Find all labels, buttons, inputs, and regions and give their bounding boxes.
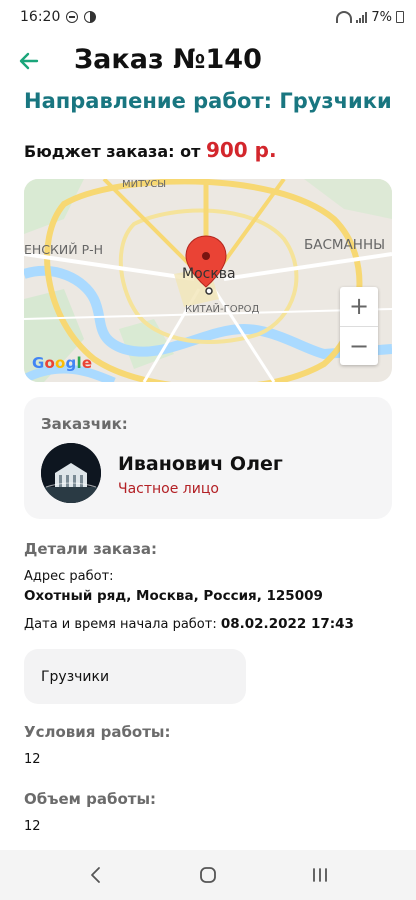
datetime-value: 08.02.2022 17:43 [220, 616, 354, 632]
map-label-basmanny: БАСМАННЫ [304, 237, 386, 253]
map-label-kitay-gorod: КИТАЙ-ГОРОД [185, 304, 260, 315]
do-not-disturb-icon [66, 11, 79, 23]
address-value: Охотный ряд, Москва, Россия, 125009 [24, 588, 323, 604]
nav-home-button[interactable] [188, 855, 228, 895]
details-title: Детали заказа: [24, 540, 158, 558]
avatar-image [41, 443, 101, 503]
page-title: Заказ №140 [74, 44, 262, 75]
customer-card[interactable]: Заказчик: Иванович Олег Частное лицо [24, 397, 392, 519]
zoom-in-button[interactable]: + [340, 287, 378, 327]
google-logo: Google [32, 354, 93, 372]
app-notification-icon [84, 11, 97, 23]
app-header: Заказ №140 [0, 40, 416, 84]
map-label-district: ЕНСКИЙ Р-Н [24, 242, 104, 257]
zoom-out-button[interactable]: − [340, 327, 378, 366]
customer-label: Заказчик: [41, 415, 128, 433]
back-button[interactable] [16, 48, 42, 74]
system-nav-bar [0, 850, 416, 900]
order-budget: Бюджет заказа: от 900 р. [24, 138, 277, 162]
work-direction: Направление работ: Грузчики [24, 89, 392, 113]
map-label-moskva: Москва [182, 266, 236, 282]
customer-name: Иванович Олег [118, 453, 283, 475]
avatar [41, 443, 101, 503]
wifi-icon [336, 11, 353, 23]
map-zoom-controls: + − [340, 287, 378, 365]
volume-title: Объем работы: [24, 790, 157, 808]
signal-icon [356, 11, 368, 23]
status-time: 16:20 [20, 9, 61, 25]
battery-icon [396, 11, 404, 23]
category-chip: Грузчики [24, 649, 246, 704]
start-datetime: Дата и время начала работ: 08.02.2022 17… [24, 616, 354, 632]
battery-percent: 7% [371, 9, 392, 25]
conditions-value: 12 [24, 752, 41, 767]
back-icon [91, 867, 100, 883]
status-bar: 16:20 7% [0, 0, 416, 34]
nav-recents-button[interactable] [300, 855, 340, 895]
conditions-title: Условия работы: [24, 723, 171, 741]
budget-amount: 900 р. [205, 138, 277, 162]
home-icon [200, 867, 216, 883]
budget-label: Бюджет заказа: от [24, 142, 201, 161]
map-label-mitusy: МИТУСЫ [122, 179, 167, 190]
datetime-label: Дата и время начала работ: [24, 617, 217, 632]
address-label: Адрес работ: [24, 569, 114, 584]
map-view[interactable]: МИТУСЫ ЕНСКИЙ Р-Н БАСМАННЫ Москва КИТАЙ-… [24, 179, 392, 382]
recents-icon [313, 868, 327, 882]
arrow-left-icon [19, 52, 39, 70]
volume-value: 12 [24, 819, 41, 834]
customer-type: Частное лицо [118, 481, 219, 497]
nav-back-button[interactable] [76, 855, 116, 895]
